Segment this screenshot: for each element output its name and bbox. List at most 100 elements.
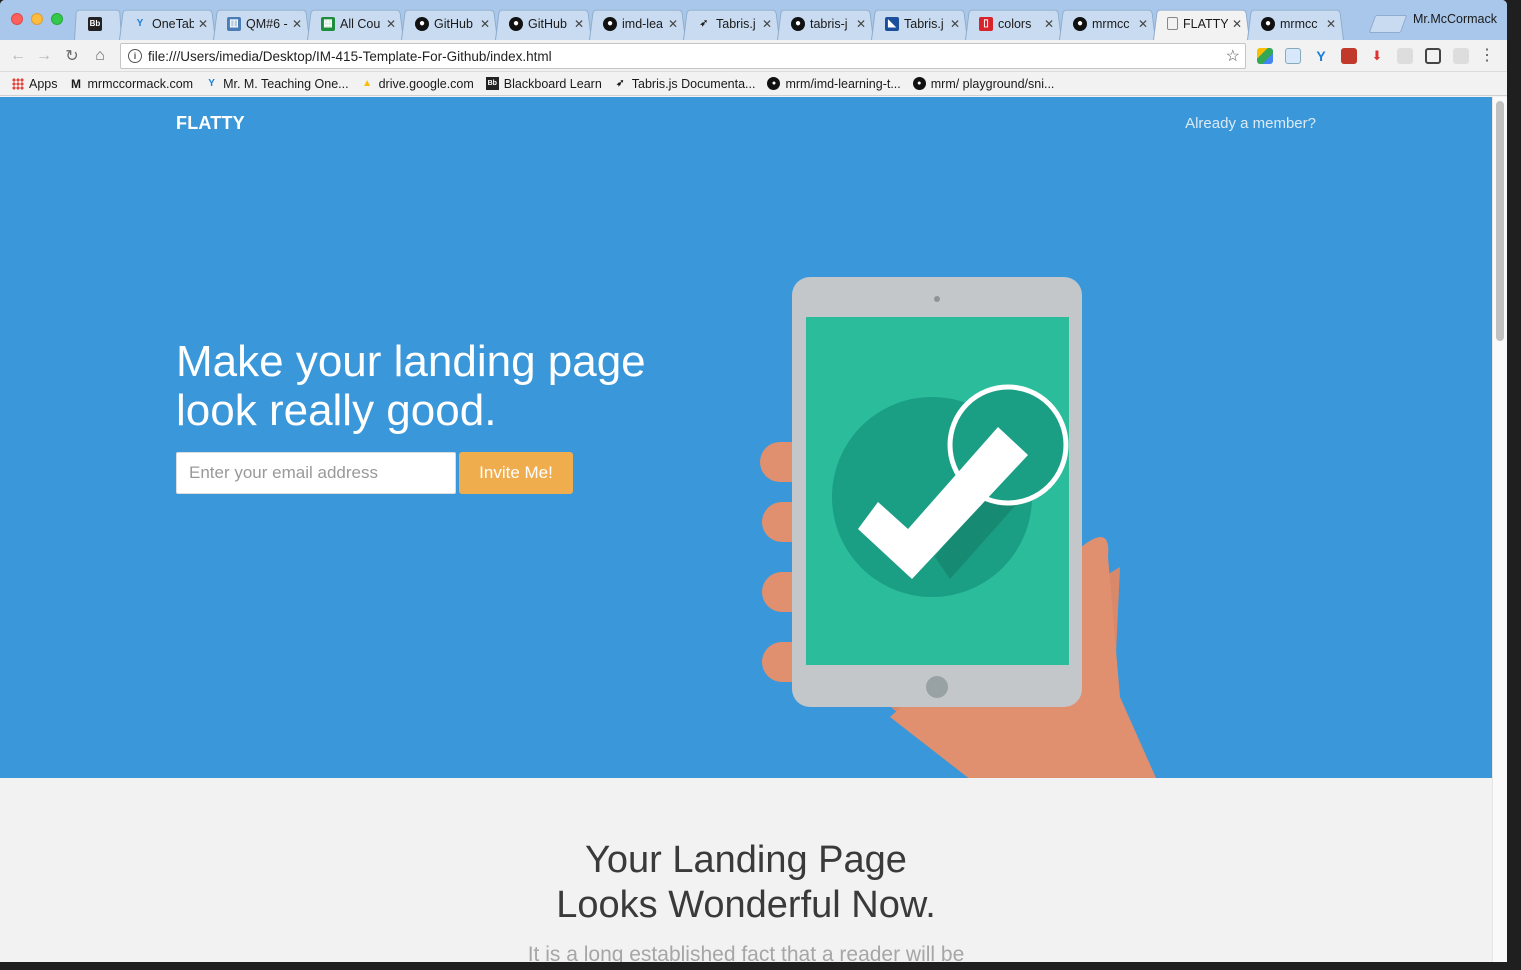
tab-title: mrmcc <box>1280 16 1318 31</box>
home-icon[interactable]: ⌂ <box>90 46 110 66</box>
minimize-window-button[interactable] <box>31 13 43 25</box>
close-icon[interactable]: ✕ <box>1044 17 1054 31</box>
maximize-window-button[interactable] <box>51 13 63 25</box>
extension-icon[interactable] <box>1453 48 1469 64</box>
tab-title: colors <box>998 16 1032 31</box>
brand-logo[interactable]: FLATTY <box>176 113 245 134</box>
tab-flatty[interactable]: FLATTY ✕ <box>1153 7 1250 40</box>
email-input[interactable]: Enter your email address <box>176 452 456 494</box>
tab-title: tabris-j <box>810 16 848 31</box>
headline-line-2: look really good. <box>176 386 497 435</box>
bookmark-drive[interactable]: ▲ drive.google.com <box>361 77 474 91</box>
bookmark-blackboard[interactable]: Bb Blackboard Learn <box>485 77 602 91</box>
already-member-link[interactable]: Already a member? <box>1185 115 1316 132</box>
bookmark-mrmccormack[interactable]: M mrmccormack.com <box>70 77 193 91</box>
github-icon: ● <box>767 77 781 90</box>
bookmark-apps[interactable]: Apps <box>11 77 58 91</box>
tabris-icon: ➶ <box>699 18 709 29</box>
download-extension-icon[interactable]: ⬇ <box>1369 48 1385 64</box>
forward-icon[interactable]: → <box>34 46 54 66</box>
tab-tabris-1[interactable]: ➶ Tabris.j ✕ <box>683 7 780 40</box>
close-icon[interactable]: ✕ <box>668 17 678 31</box>
page-viewport: FLATTY Already a member? Make your landi… <box>0 97 1492 962</box>
extension-icon[interactable] <box>1285 48 1301 64</box>
github-icon: ● <box>415 16 429 31</box>
tab-title: Tabris.j <box>904 16 944 31</box>
browser-toolbar: ← → ↻ ⌂ i file:///Users/imedia/Desktop/I… <box>0 40 1507 72</box>
section-heading: Your Landing Page Looks Wonderful Now. <box>0 838 1492 928</box>
github-icon: ● <box>912 77 926 90</box>
tab-all-courses[interactable]: ▦ All Cou ✕ <box>307 7 404 40</box>
close-window-button[interactable] <box>11 13 23 25</box>
info-icon[interactable]: i <box>128 49 142 63</box>
tab-tabris-2[interactable]: ◣ Tabris.j ✕ <box>871 7 968 40</box>
bookmark-teaching-onetab[interactable]: Y Mr. M. Teaching One... <box>205 76 349 91</box>
close-icon[interactable]: ✕ <box>386 17 396 31</box>
tabris-icon: ➶ <box>616 78 625 89</box>
bookmark-star-icon[interactable]: ☆ <box>1226 46 1240 66</box>
address-bar[interactable]: i file:///Users/imedia/Desktop/IM-415-Te… <box>120 43 1246 69</box>
tab-github-1[interactable]: ● GitHub ✕ <box>401 7 498 40</box>
drive-extension-icon[interactable] <box>1257 48 1273 64</box>
tab-title: GitHub <box>434 16 473 31</box>
apps-icon <box>11 77 24 90</box>
bookmark-label: drive.google.com <box>378 76 474 91</box>
reload-icon[interactable]: ↻ <box>62 46 82 66</box>
close-icon[interactable]: ✕ <box>198 17 208 31</box>
page-scrollbar[interactable] <box>1492 97 1507 962</box>
onetab-icon: Y <box>208 78 215 89</box>
tab-list: Bb Y OneTab ✕ ▥ QM#6 - ✕ ▦ All Cou ✕ ● G… <box>74 7 1341 40</box>
github-icon: ● <box>1073 16 1087 31</box>
tab-mrmcc-2[interactable]: ● mrmcc ✕ <box>1247 7 1344 40</box>
tablet-hand-illustration <box>760 277 1156 778</box>
features-section: Your Landing Page Looks Wonderful Now. I… <box>0 778 1492 962</box>
blackboard-icon: Bb <box>485 77 499 90</box>
bookmarks-bar: Apps M mrmccormack.com Y Mr. M. Teaching… <box>0 72 1507 96</box>
blackboard-icon: Bb <box>88 16 102 31</box>
back-icon[interactable]: ← <box>8 46 28 66</box>
profile-name[interactable]: Mr.McCormack <box>1413 12 1497 26</box>
github-icon: ● <box>1261 16 1275 31</box>
tab-github-2[interactable]: ● GitHub ✕ <box>495 7 592 40</box>
tab-title: GitHub <box>528 16 567 31</box>
close-icon[interactable]: ✕ <box>856 17 866 31</box>
tab-imd-learning[interactable]: ● imd-lea ✕ <box>589 7 686 40</box>
tab-onetab[interactable]: Y OneTab ✕ <box>119 7 216 40</box>
cast-extension-icon[interactable] <box>1425 48 1441 64</box>
bookmark-playground[interactable]: ● mrm/ playground/sni... <box>912 76 1055 91</box>
extension-icon[interactable] <box>1397 48 1413 64</box>
tablet-home-button <box>926 676 948 698</box>
bookmark-imd-learning[interactable]: ● mrm/imd-learning-t... <box>767 77 901 91</box>
close-icon[interactable]: ✕ <box>1326 17 1336 31</box>
github-icon: ● <box>791 16 805 31</box>
onetab-extension-icon[interactable]: Y <box>1313 48 1329 64</box>
close-icon[interactable]: ✕ <box>762 17 772 31</box>
scrollbar-thumb[interactable] <box>1496 101 1504 341</box>
bookmark-label: mrm/ playground/sni... <box>930 76 1055 91</box>
tab-blackboard[interactable]: Bb <box>74 7 122 40</box>
close-icon[interactable]: ✕ <box>1232 17 1242 31</box>
tab-colors[interactable]: ▯ colors ✕ <box>965 7 1062 40</box>
github-icon: ● <box>509 16 523 31</box>
close-icon[interactable]: ✕ <box>292 17 302 31</box>
section-lead-text: It is a long established fact that a rea… <box>527 943 965 962</box>
menu-icon[interactable]: ⋮ <box>1479 45 1495 65</box>
bookmark-tabris-docs[interactable]: ➶ Tabris.js Documenta... <box>614 77 755 91</box>
tab-tabris-github[interactable]: ● tabris-j ✕ <box>777 7 874 40</box>
close-icon[interactable]: ✕ <box>950 17 960 31</box>
tab-title: Tabris.j <box>716 16 756 31</box>
tab-title: OneTab <box>152 16 194 31</box>
bookmark-label: Mr. M. Teaching One... <box>223 76 349 91</box>
invite-button[interactable]: Invite Me! <box>459 452 573 494</box>
close-icon[interactable]: ✕ <box>1138 17 1148 31</box>
tab-strip: Bb Y OneTab ✕ ▥ QM#6 - ✕ ▦ All Cou ✕ ● G… <box>0 0 1507 40</box>
bookmark-extension-icon[interactable] <box>1341 48 1357 64</box>
address-url[interactable]: file:///Users/imedia/Desktop/IM-415-Temp… <box>148 49 552 64</box>
close-icon[interactable]: ✕ <box>480 17 490 31</box>
trello-icon: ▥ <box>227 16 241 31</box>
close-icon[interactable]: ✕ <box>574 17 584 31</box>
tab-qm6[interactable]: ▥ QM#6 - ✕ <box>213 7 310 40</box>
tab-mrmcc-1[interactable]: ● mrmcc ✕ <box>1059 7 1156 40</box>
colors-icon: ▯ <box>979 16 993 31</box>
new-tab-button[interactable] <box>1368 15 1408 33</box>
